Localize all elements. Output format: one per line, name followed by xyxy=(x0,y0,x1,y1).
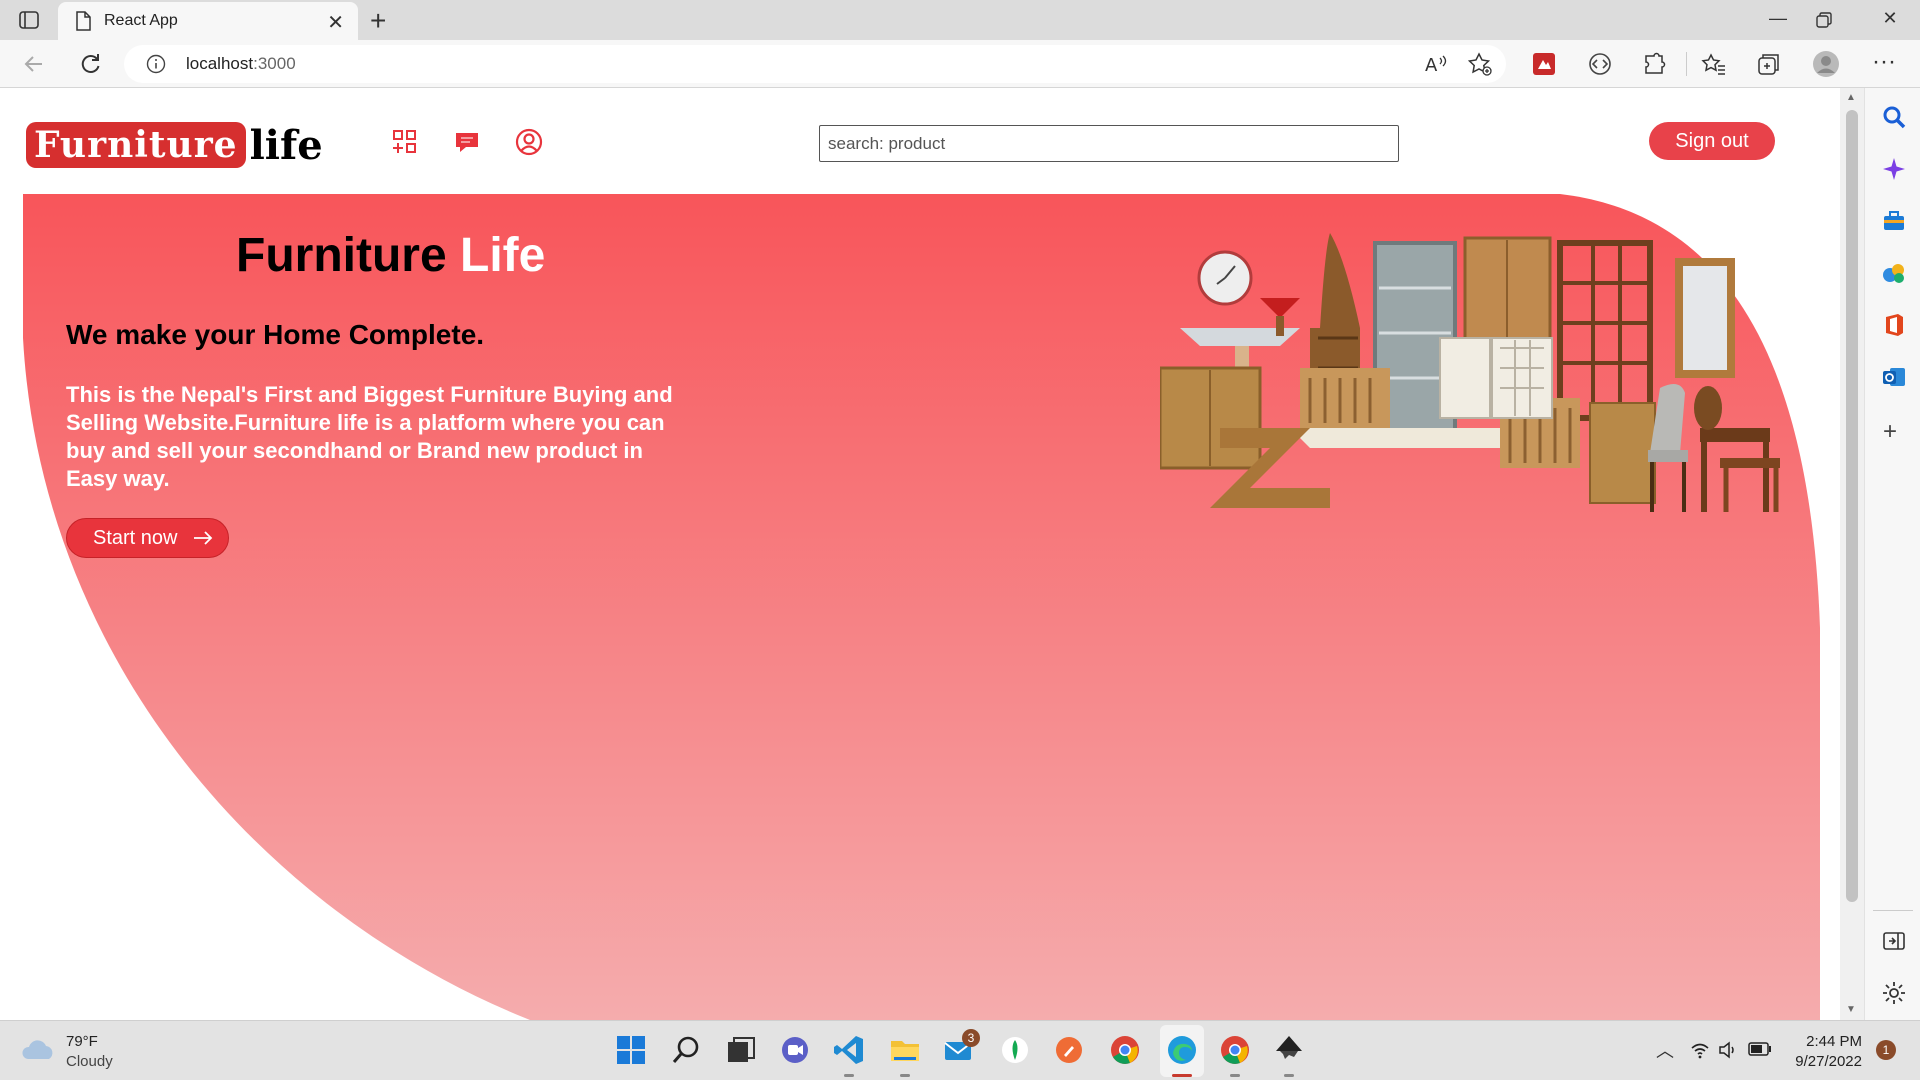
add-favorite-icon[interactable] xyxy=(1466,50,1494,78)
mongodb-compass-icon[interactable] xyxy=(998,1033,1032,1067)
games-icon[interactable] xyxy=(1881,260,1907,286)
postman-icon[interactable] xyxy=(1052,1033,1086,1067)
edge-sidebar: + xyxy=(1864,88,1920,1020)
show-hidden-icons[interactable]: ︿ xyxy=(1656,1037,1674,1063)
close-window-icon[interactable]: ✕ xyxy=(1870,8,1910,29)
extension-red-icon[interactable] xyxy=(1530,50,1558,78)
sidebar-divider xyxy=(1873,910,1913,911)
profile-avatar-icon[interactable] xyxy=(1812,50,1840,78)
hero-description: This is the Nepal's First and Biggest Fu… xyxy=(66,382,673,491)
settings-gear-icon[interactable] xyxy=(1881,980,1907,1006)
tab-title: React App xyxy=(104,12,178,29)
office-icon[interactable] xyxy=(1881,312,1907,338)
sign-out-button[interactable]: Sign out xyxy=(1649,122,1775,160)
battery-icon[interactable] xyxy=(1748,1042,1772,1056)
refresh-icon[interactable] xyxy=(76,50,104,78)
outlook-icon[interactable] xyxy=(1881,364,1907,390)
edge-browser-icon[interactable] xyxy=(1165,1033,1199,1067)
teams-chat-icon[interactable] xyxy=(778,1033,812,1067)
scroll-down-icon[interactable]: ▼ xyxy=(1846,1004,1856,1015)
url-field[interactable]: localhost:3000 xyxy=(124,45,1506,83)
chrome-icon[interactable] xyxy=(1108,1033,1142,1067)
site-info-icon[interactable] xyxy=(146,54,166,74)
clock-date[interactable]: 9/27/2022 xyxy=(1788,1053,1862,1070)
mail-badge: 3 xyxy=(962,1029,980,1047)
edge-active-indicator xyxy=(1172,1074,1192,1077)
dashboard-icon[interactable] xyxy=(390,127,420,157)
logo-highlight: Furniture xyxy=(26,122,246,168)
furniture-collection-illustration xyxy=(1160,233,1780,512)
read-aloud-icon[interactable]: A xyxy=(1422,50,1450,78)
hero-subtitle: We make your Home Complete. xyxy=(66,319,485,350)
extensions-icon[interactable] xyxy=(1640,50,1668,78)
arrow-right-icon xyxy=(194,531,213,545)
inkscape-running-indicator xyxy=(1284,1074,1294,1077)
more-options-icon[interactable]: ··· xyxy=(1872,48,1896,76)
inkscape-icon[interactable] xyxy=(1272,1033,1306,1067)
toolbar-divider xyxy=(1686,52,1687,76)
tab-bar: React App ✕ + — ✕ xyxy=(0,0,1920,40)
clock-time[interactable]: 2:44 PM xyxy=(1800,1033,1862,1050)
vscode-icon[interactable] xyxy=(832,1033,866,1067)
vscode-running-indicator xyxy=(844,1074,854,1077)
start-now-label: Start now xyxy=(93,526,178,549)
address-bar: localhost:3000 A ··· xyxy=(0,40,1920,88)
restore-icon[interactable] xyxy=(1816,12,1832,28)
chat-icon[interactable] xyxy=(452,127,482,157)
site-logo[interactable]: Furniture life xyxy=(26,121,323,169)
file-explorer-icon[interactable] xyxy=(888,1033,922,1067)
chrome-running-indicator xyxy=(1230,1074,1240,1077)
scroll-up-icon[interactable]: ▲ xyxy=(1846,92,1856,103)
collections-icon[interactable] xyxy=(1755,50,1783,78)
search-icon[interactable] xyxy=(1881,104,1907,130)
minimize-icon[interactable]: — xyxy=(1758,8,1798,29)
scroll-thumb[interactable] xyxy=(1846,110,1858,902)
add-sidebar-app-icon[interactable]: + xyxy=(1883,418,1897,446)
user-profile-icon[interactable] xyxy=(514,127,544,157)
windows-taskbar: 79°F Cloudy 3 ︿ 2:44 PM 9/27/2022 1 xyxy=(0,1020,1920,1080)
volume-icon[interactable] xyxy=(1718,1041,1738,1059)
web-page: Furniture life Sign out Furniture Life W… xyxy=(0,88,1840,1020)
new-tab-icon[interactable]: + xyxy=(370,5,386,37)
favorites-icon[interactable] xyxy=(1700,50,1728,78)
start-now-button[interactable]: Start now xyxy=(66,518,229,558)
cloudy-weather-icon[interactable] xyxy=(20,1037,58,1063)
page-icon xyxy=(76,11,91,31)
hero-title: Furniture Life xyxy=(236,229,546,282)
tab-actions-icon[interactable] xyxy=(18,9,40,31)
search-input[interactable] xyxy=(819,125,1399,162)
hide-sidebar-icon[interactable] xyxy=(1881,928,1907,954)
close-tab-icon[interactable]: ✕ xyxy=(327,10,344,35)
explorer-running-indicator xyxy=(900,1074,910,1077)
chrome-profile-icon[interactable] xyxy=(1218,1033,1252,1067)
svg-text:A: A xyxy=(1425,55,1438,76)
task-view-icon[interactable] xyxy=(724,1033,758,1067)
extension-code-icon[interactable] xyxy=(1586,50,1614,78)
taskbar-search-icon[interactable] xyxy=(670,1033,704,1067)
logo-text: life xyxy=(249,121,323,169)
browser-tab[interactable]: React App ✕ xyxy=(58,2,358,40)
notification-badge[interactable]: 1 xyxy=(1876,1040,1896,1060)
url-text: localhost:3000 xyxy=(186,54,296,73)
weather-temperature[interactable]: 79°F xyxy=(66,1033,98,1050)
vertical-scrollbar[interactable]: ▲ ▼ xyxy=(1840,88,1864,1020)
back-icon[interactable] xyxy=(20,50,48,78)
windows-start-icon[interactable] xyxy=(614,1033,648,1067)
copilot-sparkle-icon[interactable] xyxy=(1881,156,1907,182)
tools-briefcase-icon[interactable] xyxy=(1881,208,1907,234)
weather-condition[interactable]: Cloudy xyxy=(66,1053,113,1070)
wifi-icon[interactable] xyxy=(1690,1041,1710,1059)
